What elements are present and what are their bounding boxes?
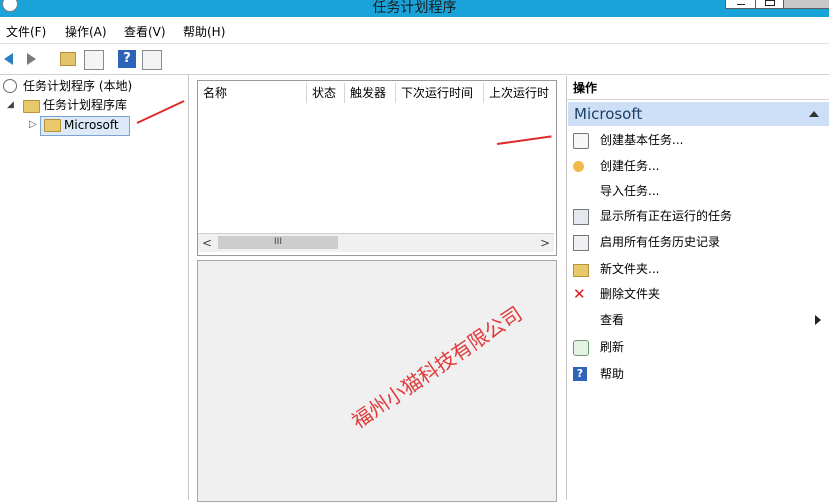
forward-icon[interactable] (27, 53, 36, 65)
action-new-folder[interactable]: 新文件夹... (567, 257, 829, 281)
action-refresh[interactable]: 刷新 (567, 335, 829, 359)
scroll-right-button[interactable]: > (536, 234, 554, 252)
column-status[interactable]: 状态 (307, 83, 345, 103)
task-details-pane (197, 260, 557, 502)
action-label: 显示所有正在运行的任务 (600, 209, 733, 223)
toolbar: ? (0, 44, 829, 75)
menu-help[interactable]: 帮助(H) (183, 23, 225, 40)
task-history-icon (573, 235, 589, 251)
actions-pane: 操作 Microsoft 创建基本任务... 创建任务... 导入任务... 显… (566, 76, 829, 500)
window-title: 任务计划程序 (372, 0, 457, 16)
delete-icon: ✕ (573, 285, 586, 303)
action-enable-history[interactable]: 启用所有任务历史记录 (567, 230, 829, 254)
up-folder-icon[interactable] (60, 52, 76, 66)
running-tasks-icon (573, 209, 589, 225)
action-label: 查看 (600, 313, 625, 327)
column-next-run[interactable]: 下次运行时间 (396, 83, 484, 103)
close-button[interactable] (783, 0, 829, 9)
action-label: 启用所有任务历史记录 (600, 235, 721, 249)
clock-icon (3, 79, 17, 93)
group-title: Microsoft (574, 105, 643, 123)
action-label: 新文件夹... (600, 262, 660, 276)
action-label: 帮助 (600, 367, 625, 381)
create-basic-task-icon (573, 133, 589, 149)
actions-group-microsoft[interactable]: Microsoft (568, 102, 829, 126)
scroll-left-button[interactable]: < (198, 234, 216, 252)
create-task-icon (573, 161, 584, 172)
microsoft-folder-icon (44, 119, 61, 132)
maximize-button[interactable] (755, 0, 785, 9)
action-create-task[interactable]: 创建任务... (567, 154, 829, 178)
action-import-task[interactable]: 导入任务... (567, 179, 829, 203)
menu-bar: 文件(F) 操作(A) 查看(V) 帮助(H) (0, 18, 829, 44)
show-hide-tree-icon[interactable] (84, 50, 104, 70)
column-last-run[interactable]: 上次运行时 (484, 83, 554, 103)
action-label: 创建基本任务... (600, 133, 684, 147)
show-hide-action-pane-icon[interactable] (142, 50, 162, 70)
menu-file[interactable]: 文件(F) (6, 23, 46, 40)
refresh-icon (573, 340, 589, 356)
menu-view[interactable]: 查看(V) (124, 23, 166, 40)
back-icon[interactable] (4, 53, 13, 65)
action-view[interactable]: 查看 (567, 308, 829, 332)
help-icon: ? (573, 367, 587, 381)
column-triggers[interactable]: 触发器 (345, 83, 396, 103)
action-label: 刷新 (600, 340, 625, 354)
menu-action[interactable]: 操作(A) (65, 23, 107, 40)
action-display-running[interactable]: 显示所有正在运行的任务 (567, 204, 829, 228)
action-delete-folder[interactable]: ✕ 删除文件夹 (567, 282, 829, 306)
help-icon[interactable]: ? (118, 50, 136, 68)
library-folder-icon (23, 100, 40, 113)
action-help[interactable]: ? 帮助 (567, 362, 829, 386)
minimize-button[interactable] (725, 0, 757, 9)
action-create-basic-task[interactable]: 创建基本任务... (567, 128, 829, 152)
task-list: 名称 状态 触发器 下次运行时间 上次运行时 < III > (197, 80, 557, 256)
expand-microsoft-icon[interactable]: ▷ (29, 116, 37, 134)
column-name[interactable]: 名称 (198, 83, 307, 103)
action-label: 删除文件夹 (600, 287, 661, 301)
tree-microsoft[interactable]: Microsoft (64, 116, 119, 134)
new-folder-icon (573, 264, 589, 277)
tree-library[interactable]: 任务计划程序库 (43, 96, 127, 114)
collapse-icon[interactable] (809, 111, 819, 117)
horizontal-scrollbar[interactable]: < III > (198, 233, 554, 252)
navigation-tree: 任务计划程序 (本地) ◢ 任务计划程序库 ▷ Microsoft (0, 75, 189, 500)
submenu-arrow-icon (815, 315, 821, 325)
action-label: 创建任务... (600, 159, 660, 173)
scroll-thumb[interactable]: III (218, 236, 338, 249)
actions-header: 操作 (567, 76, 829, 100)
title-bar: 任务计划程序 (0, 0, 829, 17)
tree-root[interactable]: 任务计划程序 (本地) (23, 77, 132, 95)
action-label: 导入任务... (600, 184, 660, 198)
expand-library-icon[interactable]: ◢ (7, 96, 14, 114)
